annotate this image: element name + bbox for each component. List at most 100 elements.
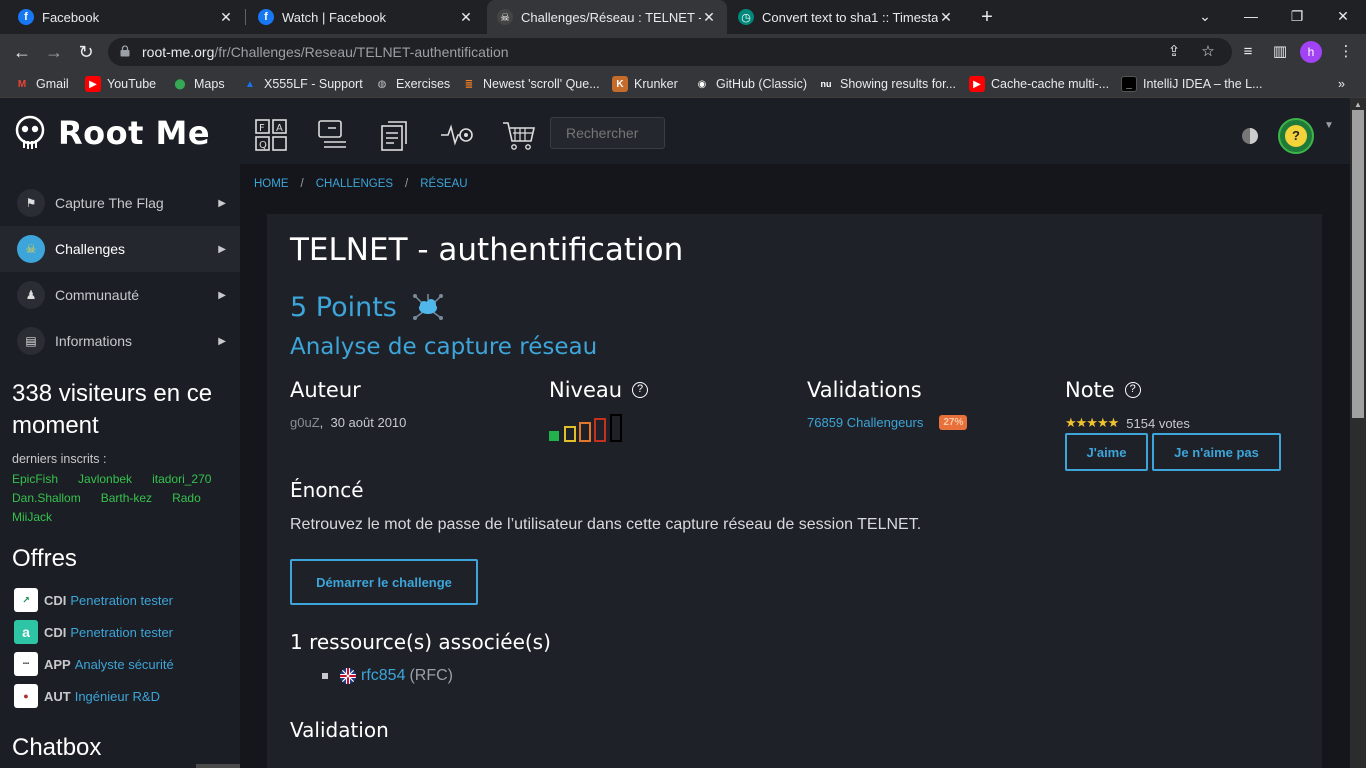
scroll-up-icon[interactable]: ▲ [1354,100,1362,109]
address-bar[interactable]: root-me.org/fr/Challenges/Reseau/TELNET-… [108,38,1232,66]
search-input[interactable] [550,117,665,149]
bookmark-stackoverflow[interactable]: ≣ Newest 'scroll' Que... [461,75,600,93]
tab-separator [245,9,246,25]
url-text: root-me.org/fr/Challenges/Reseau/TELNET-… [142,44,509,60]
bookmark-support[interactable]: ▲ X555LF - Support [242,75,363,93]
member-link[interactable]: Dan.Shallom [12,489,81,508]
offer-item[interactable]: ● AUT Ingénieur R&D [14,684,160,708]
sidebar: Root Me ⚑ Capture The Flag ▶ ☠ Challenge… [0,98,244,768]
close-icon[interactable]: ✕ [701,9,717,26]
activity-icon[interactable] [440,118,474,152]
like-button[interactable]: J'aime [1065,433,1148,471]
member-link[interactable]: itadori_270 [152,470,211,489]
bookmark-exercises[interactable]: ◍ Exercises [374,75,451,93]
facebook-icon: f [18,9,34,25]
media-control-icon[interactable]: ≡ [1236,40,1260,64]
level-bar-3 [579,422,591,442]
member-link[interactable]: EpicFish [12,470,58,489]
member-link[interactable]: Javlonbek [78,470,132,489]
validations-heading: Validations [807,378,922,402]
scrollbar-thumb[interactable] [1352,110,1364,418]
page-scrollbar[interactable]: ▲ [1350,98,1366,768]
bookmark-gmail[interactable]: M Gmail [14,75,69,93]
offer-item[interactable]: ▪▪▪ APP Analyste sécurité [14,652,174,676]
breadcrumb-reseau[interactable]: RÉSEAU [420,178,467,190]
chevron-down-icon[interactable]: ▼ [1324,120,1334,131]
close-icon[interactable]: ✕ [218,9,234,26]
offer-link[interactable]: Ingénieur R&D [75,689,160,704]
member-link[interactable]: Barth-kez [101,489,152,508]
tab-sha1-converter[interactable]: ◷ Convert text to sha1 :: Timestamp Conv… [728,0,964,34]
menu-kebab-icon[interactable]: ⋮ [1334,40,1358,64]
forward-button[interactable]: → [42,40,66,64]
faq-icon[interactable]: F A Q [254,118,288,152]
help-icon[interactable]: ? [632,382,649,398]
shop-cart-icon[interactable] [502,118,536,152]
recent-members-label: derniers inscrits : [12,452,107,466]
side-panel-icon[interactable]: ▥ [1268,40,1292,64]
level-bar-1 [549,431,559,441]
new-tab-button[interactable]: + [975,5,999,29]
profile-avatar[interactable]: h [1300,41,1322,63]
help-icon[interactable]: ? [1124,382,1141,398]
tools-icon[interactable] [316,118,350,152]
rating-heading-label: Note [1065,378,1115,402]
level-bar-2 [564,426,576,442]
validations-link[interactable]: 76859 Challengeurs [807,415,923,430]
bookmark-cache-cache[interactable]: ▶ Cache-cache multi-... [969,75,1109,93]
bookmark-youtube[interactable]: ▶ YouTube [85,75,156,93]
offer-item[interactable]: ↗ CDI Penetration tester [14,588,173,612]
offer-item[interactable]: a CDI Penetration tester [14,620,173,644]
sidebar-item-capture-the-flag[interactable]: ⚑ Capture The Flag ▶ [0,180,240,226]
user-avatar[interactable]: ? [1278,118,1314,154]
offer-link[interactable]: Analyste sécurité [75,657,174,672]
challenge-category-link[interactable]: Analyse de capture réseau [290,334,597,360]
page-title: TELNET - authentification [290,232,684,268]
share-icon[interactable]: ⇪ [1164,42,1184,60]
close-icon[interactable]: ✕ [938,9,954,26]
bookmark-label: Showing results for... [840,77,957,91]
bookmark-intellij[interactable]: _ IntelliJ IDEA – the L... [1121,75,1263,93]
close-window-button[interactable]: ✕ [1320,0,1366,34]
close-icon[interactable]: ✕ [458,9,474,26]
member-link[interactable]: MiiJack [12,508,52,527]
validations-info: 76859 Challengeurs 27% [807,415,968,430]
dislike-button[interactable]: Je n'aime pas [1152,433,1281,471]
sidebar-scrollbar[interactable] [196,764,244,768]
reload-button[interactable]: ↻ [74,40,98,64]
root-me-icon: ☠ [497,9,513,25]
resource-link[interactable]: rfc854 [361,667,405,685]
author-link[interactable]: g0uZ [290,415,320,430]
tab-facebook[interactable]: f Facebook ✕ [8,0,244,34]
breadcrumb-challenges[interactable]: CHALLENGES [316,178,393,190]
offer-link[interactable]: Penetration tester [70,625,173,640]
validation-heading: Validation [290,718,389,742]
bookmark-github[interactable]: ◉ GitHub (Classic) [694,75,807,93]
offer-link[interactable]: Penetration tester [70,593,173,608]
more-bookmarks-icon[interactable]: » [1338,75,1345,93]
bookmark-nu[interactable]: nu Showing results for... [818,75,957,93]
sidebar-item-informations[interactable]: ▤ Informations ▶ [0,318,240,364]
asus-icon: ▲ [245,78,255,90]
sidebar-item-challenges[interactable]: ☠ Challenges ▶ [0,226,240,272]
member-link[interactable]: Rado [172,489,201,508]
minimize-button[interactable]: — [1228,0,1274,34]
sidebar-item-communaute[interactable]: ♟ Communauté ▶ [0,272,240,318]
back-button[interactable]: ← [10,40,34,64]
bookmark-maps[interactable]: ⬤ Maps [172,75,224,93]
bookmark-star-icon[interactable]: ☆ [1198,42,1218,60]
site-logo[interactable]: Root Me [14,114,210,152]
bookmark-label: Cache-cache multi-... [991,77,1110,91]
tab-watch-facebook[interactable]: f Watch | Facebook ✕ [248,0,484,34]
maximize-button[interactable]: ❐ [1274,0,1320,34]
challenge-points: 5 Points [290,290,445,324]
tab-root-me[interactable]: ☠ Challenges/Réseau : TELNET - authentif… [487,0,727,34]
bookmark-krunker[interactable]: K Krunker [612,75,678,93]
bookmarks-bar: M Gmail ▶ YouTube ⬤ Maps ▲ X555LF - Support … [0,70,1366,98]
breadcrumb-home[interactable]: HOME [254,178,289,190]
documents-icon[interactable] [378,118,412,152]
start-challenge-button[interactable]: Démarrer le challenge [290,559,478,605]
theme-toggle-icon[interactable] [1242,128,1258,144]
rating-heading: Note? [1065,378,1141,402]
tab-search-button[interactable]: ⌄ [1182,0,1228,34]
